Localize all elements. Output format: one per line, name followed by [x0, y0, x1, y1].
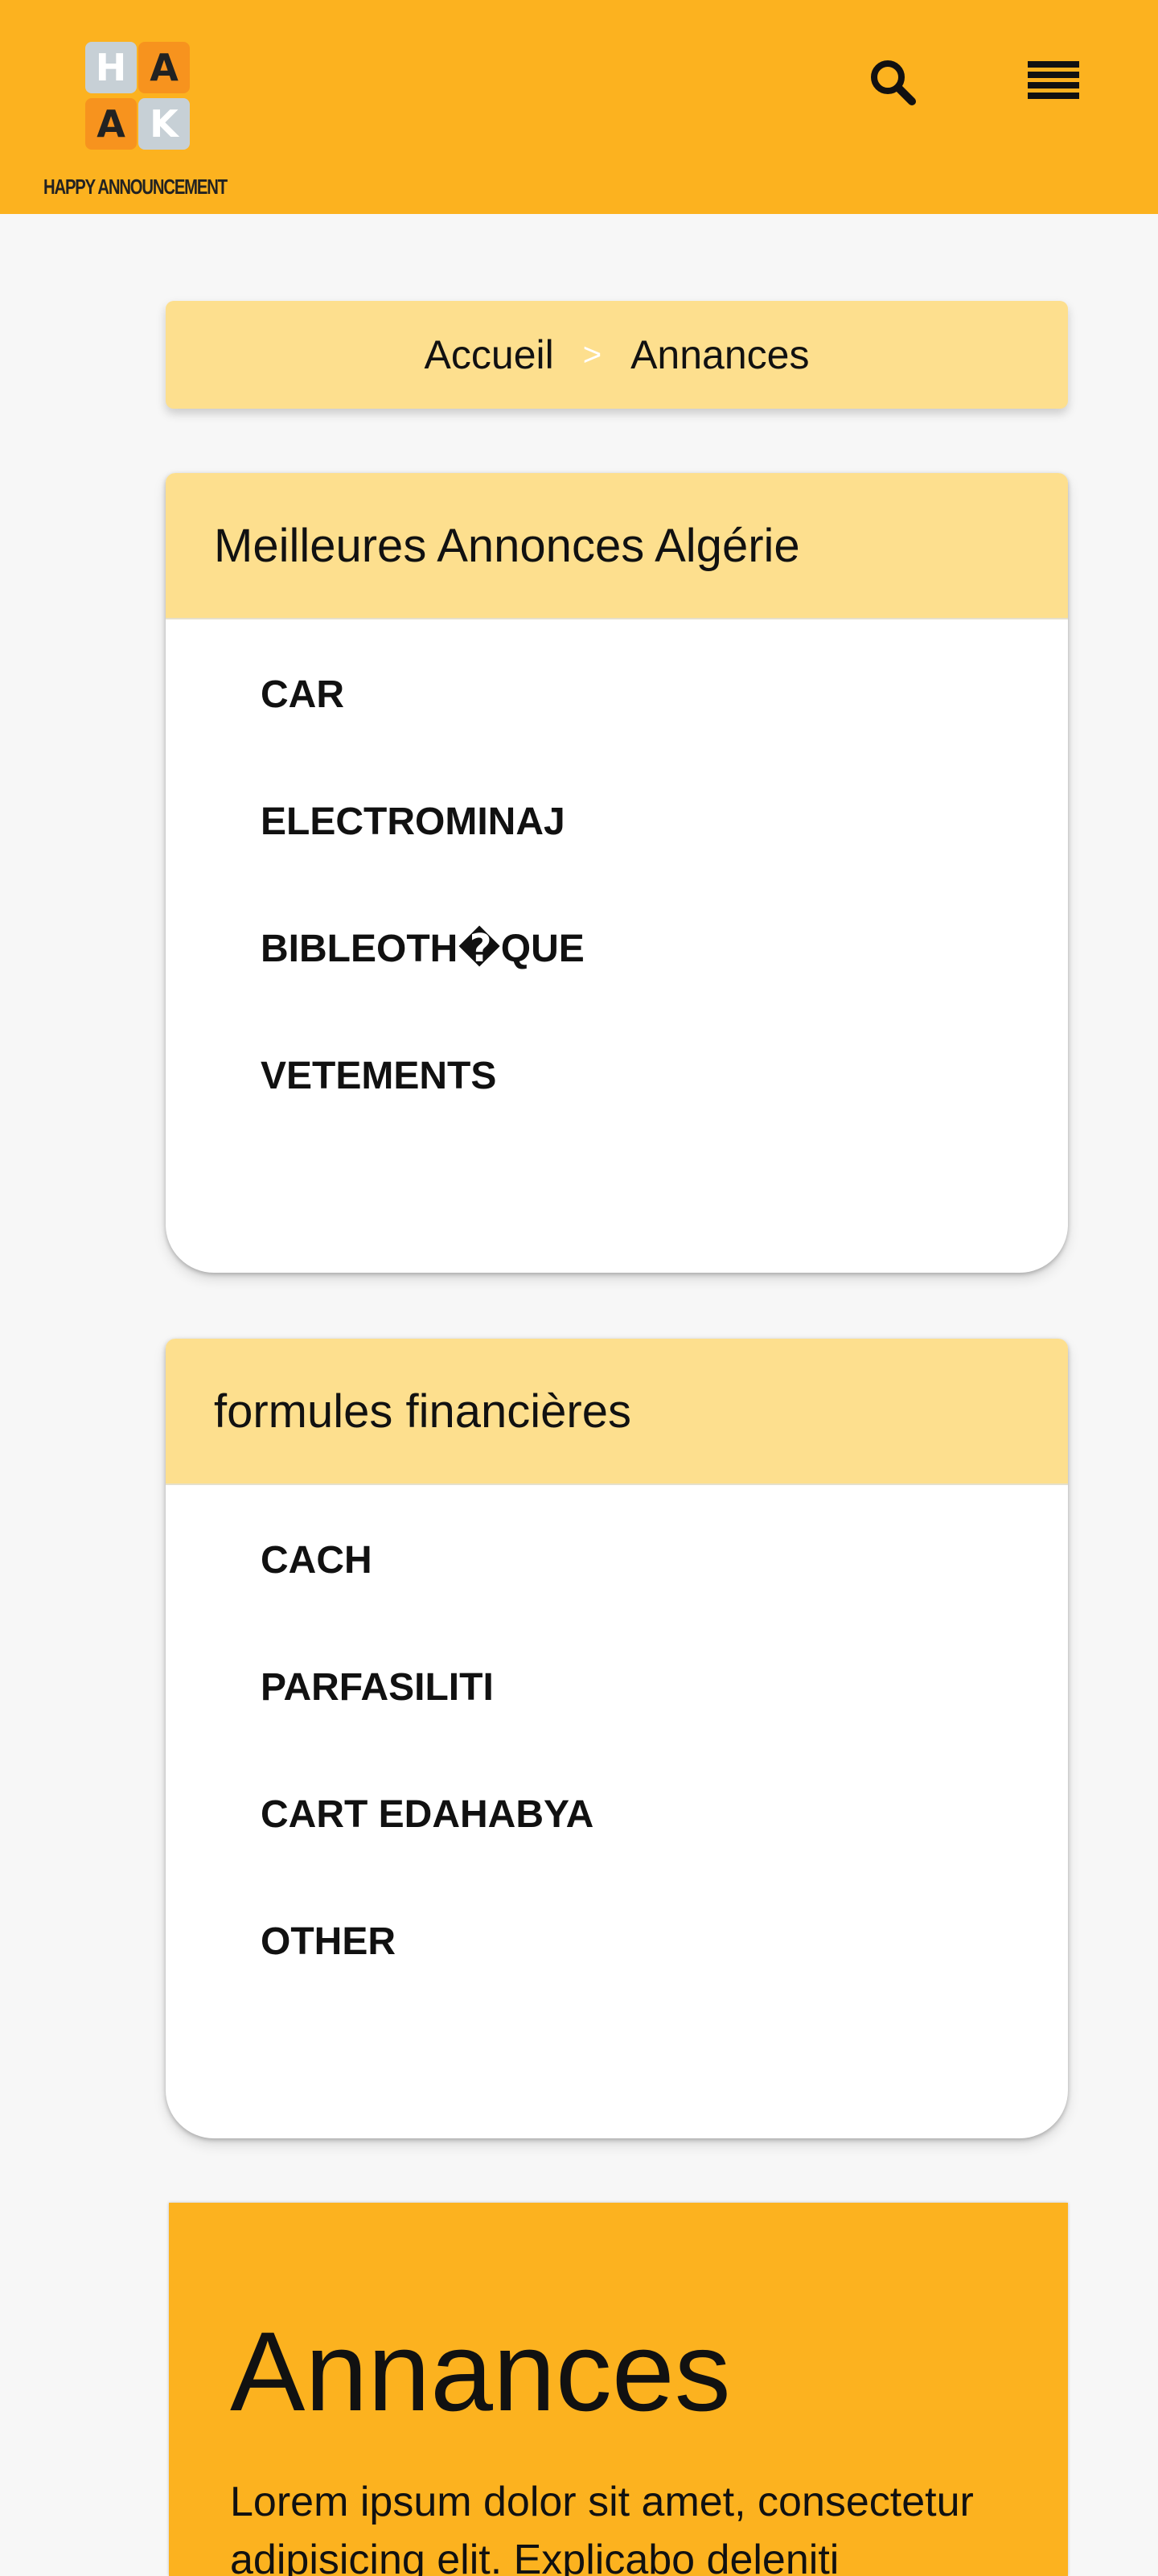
announcements-hero: Annances Lorem ipsum dolor sit amet, con…	[169, 2203, 1068, 2576]
formula-link-cart-edahabya[interactable]: CART EDAHABYA	[261, 1796, 1068, 1923]
best-ads-title: Meilleures Annonces Algérie	[166, 473, 1068, 619]
logo-mark: H A A K	[85, 42, 214, 163]
financial-formulas-title: formules financières	[166, 1339, 1068, 1485]
logo-tile-k: K	[138, 98, 190, 150]
category-link-car[interactable]: CAR	[261, 676, 1068, 803]
category-link-vetements[interactable]: VETEMENTS	[261, 1057, 1068, 1184]
breadcrumb-home-link[interactable]: Accueil	[425, 331, 554, 378]
category-link-electrominaj[interactable]: ELECTROMINAJ	[261, 803, 1068, 930]
logo-caption: HAPPY ANNOUNCEMENT	[43, 175, 228, 199]
logo-tile-h: H	[85, 42, 137, 93]
formula-link-parfasiliti[interactable]: PARFASILITI	[261, 1669, 1068, 1796]
category-link-bibleotheque[interactable]: BIBLEOTH�QUE	[261, 930, 1068, 1057]
financial-formulas-card: formules financières CACH PARFASILITI CA…	[166, 1339, 1068, 2138]
hero-title: Annances	[230, 2308, 731, 2434]
formula-link-other[interactable]: OTHER	[261, 1923, 1068, 2050]
logo-tile-a-bottom: A	[85, 98, 137, 150]
list-menu-icon	[1028, 61, 1079, 99]
formula-link-cach[interactable]: CACH	[261, 1541, 1068, 1669]
hero-description: Lorem ipsum dolor sit amet, consectetur …	[230, 2479, 974, 2576]
breadcrumb-separator: >	[582, 336, 602, 372]
site-logo[interactable]: H A A K HAPPY ANNOUNCEMENT	[43, 42, 261, 203]
search-icon	[871, 60, 916, 105]
menu-button[interactable]	[1021, 50, 1086, 114]
search-button[interactable]	[860, 50, 925, 114]
best-ads-list: CAR ELECTROMINAJ BIBLEOTH�QUE VETEMENTS	[166, 619, 1068, 1184]
top-navbar: H A A K HAPPY ANNOUNCEMENT	[0, 0, 1158, 214]
breadcrumb-current: Annances	[630, 332, 810, 377]
best-ads-card: Meilleures Annonces Algérie CAR ELECTROM…	[166, 473, 1068, 1273]
breadcrumb: Accueil > Annances	[166, 301, 1068, 409]
financial-formulas-list: CACH PARFASILITI CART EDAHABYA OTHER	[166, 1485, 1068, 2050]
logo-tile-a-top: A	[138, 42, 190, 93]
